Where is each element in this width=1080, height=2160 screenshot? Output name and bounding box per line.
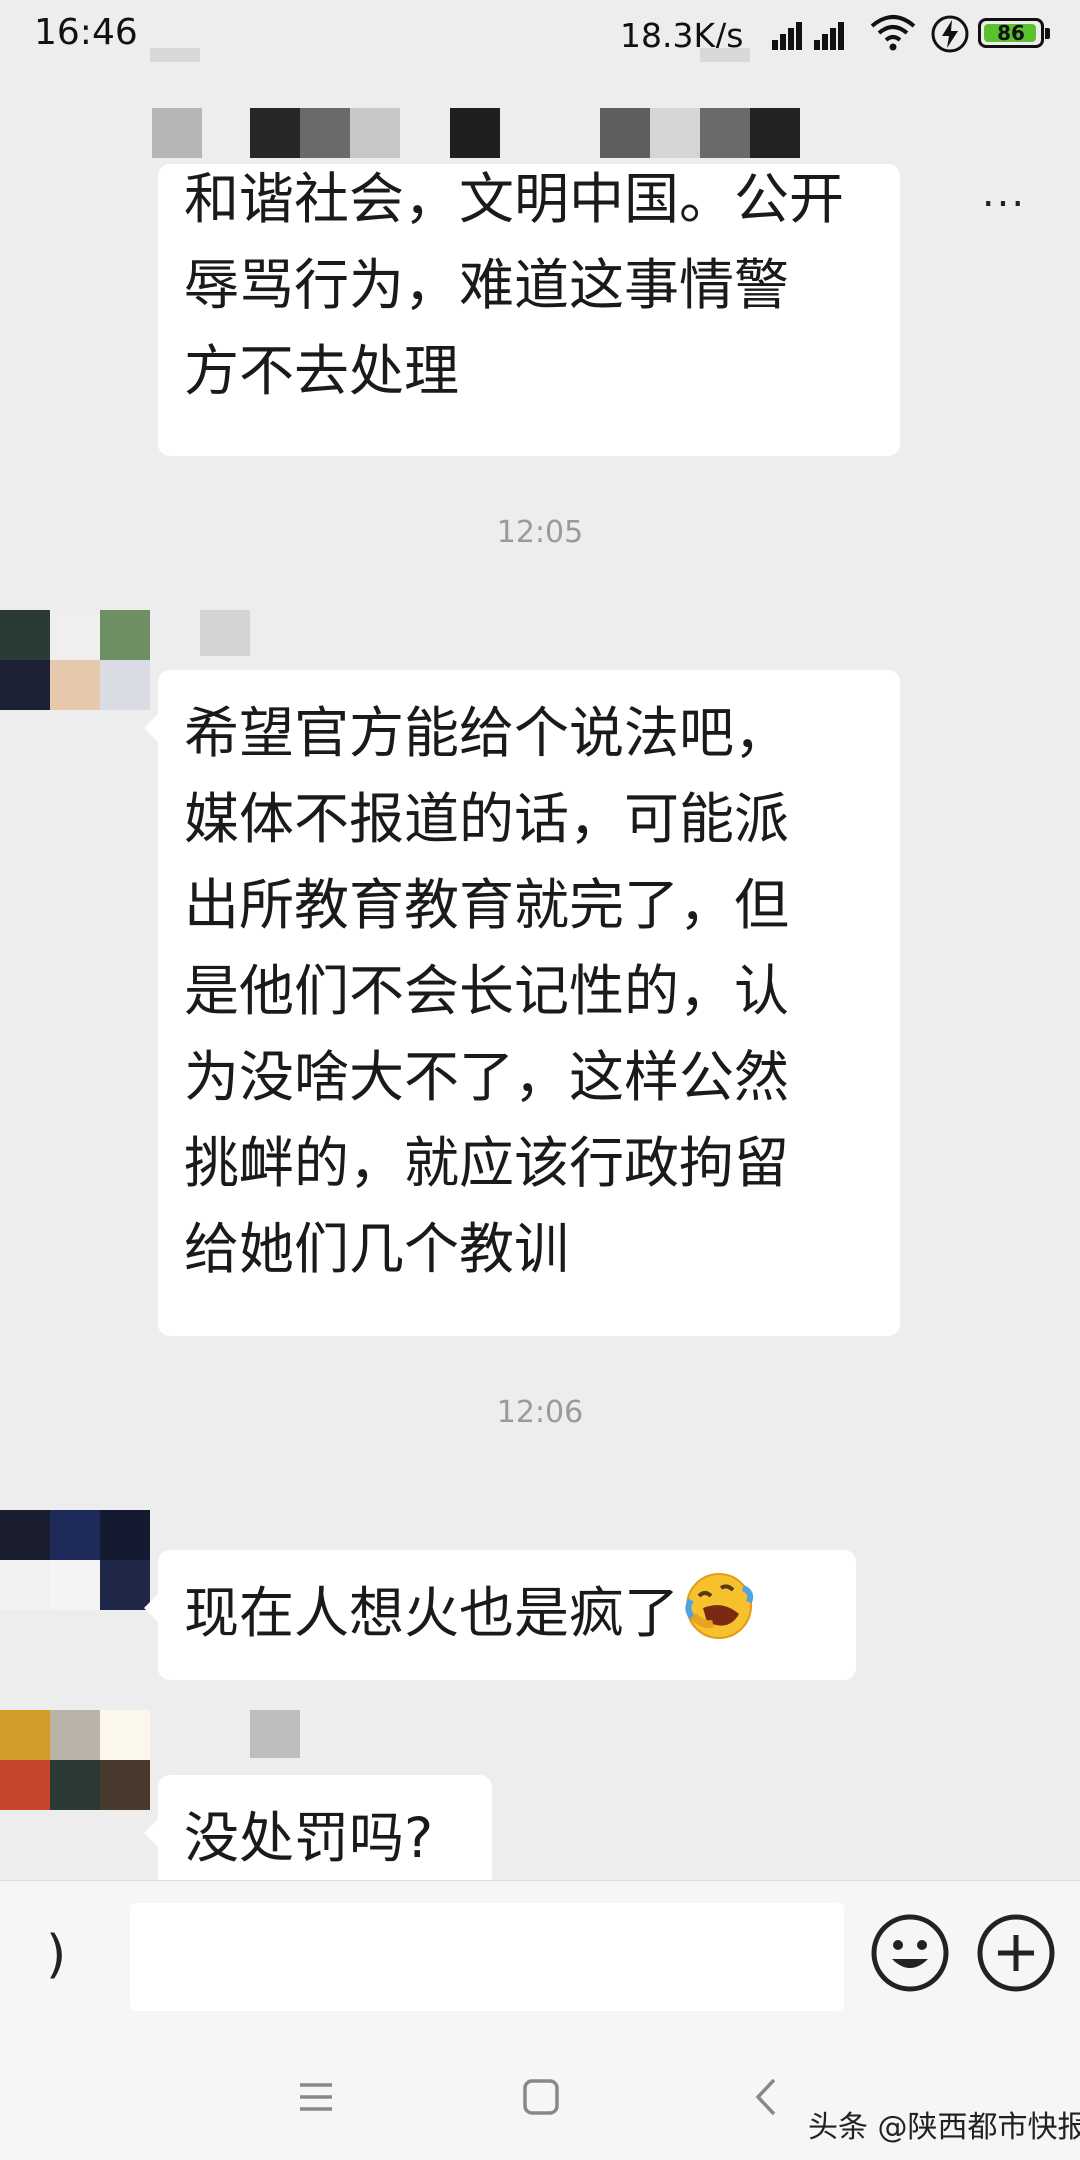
battery-level: 86	[997, 21, 1025, 45]
signal-icon	[772, 20, 802, 50]
battery-cap	[1045, 28, 1050, 39]
message-text: 辱骂行为，难道这事情警	[184, 253, 790, 317]
message-bubble[interactable]: 希望官方能给个说法吧， 媒体不报道的话，可能派 出所教育教育就完了，但 是他们不…	[144, 670, 900, 1336]
signal-icon	[814, 20, 850, 50]
avatar[interactable]	[0, 610, 150, 710]
avatar[interactable]	[0, 1710, 150, 1810]
message-input[interactable]	[130, 1903, 844, 2011]
bubble-tail	[144, 1594, 158, 1622]
voice-icon[interactable]: )	[46, 1929, 66, 1981]
message-text: 现在人想火也是疯了	[184, 1581, 680, 1645]
sender-name-mosaic	[200, 610, 250, 656]
message-line: 现在人想火也是疯了	[184, 1570, 830, 1656]
message-text: 希望官方能给个说法吧，	[184, 701, 790, 765]
message-text: 挑衅的，就应该行政拘留	[184, 1131, 790, 1195]
sender-name-mosaic	[250, 1710, 300, 1758]
avatar[interactable]	[0, 1510, 150, 1610]
message-text: 方不去处理	[184, 339, 460, 403]
message-text: 出所教育教育就完了，但	[184, 873, 790, 937]
message-text: 和谐社会，文明中国。公开	[184, 167, 845, 231]
watermark: 头条 @陕西都市快报	[808, 2110, 1080, 2145]
menu-icon[interactable]	[298, 2080, 334, 2114]
system-navigation-bar: 头条 @陕西都市快报	[0, 2030, 1080, 2160]
message-text: 媒体不报道的话，可能派	[184, 787, 790, 851]
message-text: 是他们不会长记性的，认	[184, 959, 790, 1023]
battery-indicator: 86	[978, 18, 1050, 48]
message-text: 给她们几个教训	[184, 1217, 570, 1281]
plus-icon[interactable]	[974, 1911, 1058, 1995]
more-options-icon[interactable]: ...	[976, 173, 1032, 228]
back-icon[interactable]	[752, 2076, 780, 2118]
bubble-tail	[144, 1819, 158, 1847]
message-text: 没处罚吗?	[184, 1806, 434, 1870]
wifi-icon	[870, 15, 916, 51]
chat-input-bar: )	[0, 1880, 1080, 2031]
status-time: 16:46	[34, 12, 138, 53]
home-icon[interactable]	[522, 2078, 560, 2116]
rolling-on-floor-laughing-emoji	[685, 1573, 754, 1639]
message-timestamp: 12:06	[496, 1395, 584, 1430]
message-timestamp: 12:05	[496, 515, 584, 550]
emoji-icon[interactable]	[868, 1911, 952, 1995]
bubble-tail	[144, 714, 158, 742]
message-text: 为没啥大不了，这样公然	[184, 1045, 790, 1109]
message-bubble[interactable]: 现在人想火也是疯了	[144, 1550, 856, 1680]
message-bubble[interactable]: 和谐社会，文明中国。公开 辱骂行为，难道这事情警 方不去处理	[158, 164, 900, 456]
charging-bolt-icon	[931, 15, 969, 53]
